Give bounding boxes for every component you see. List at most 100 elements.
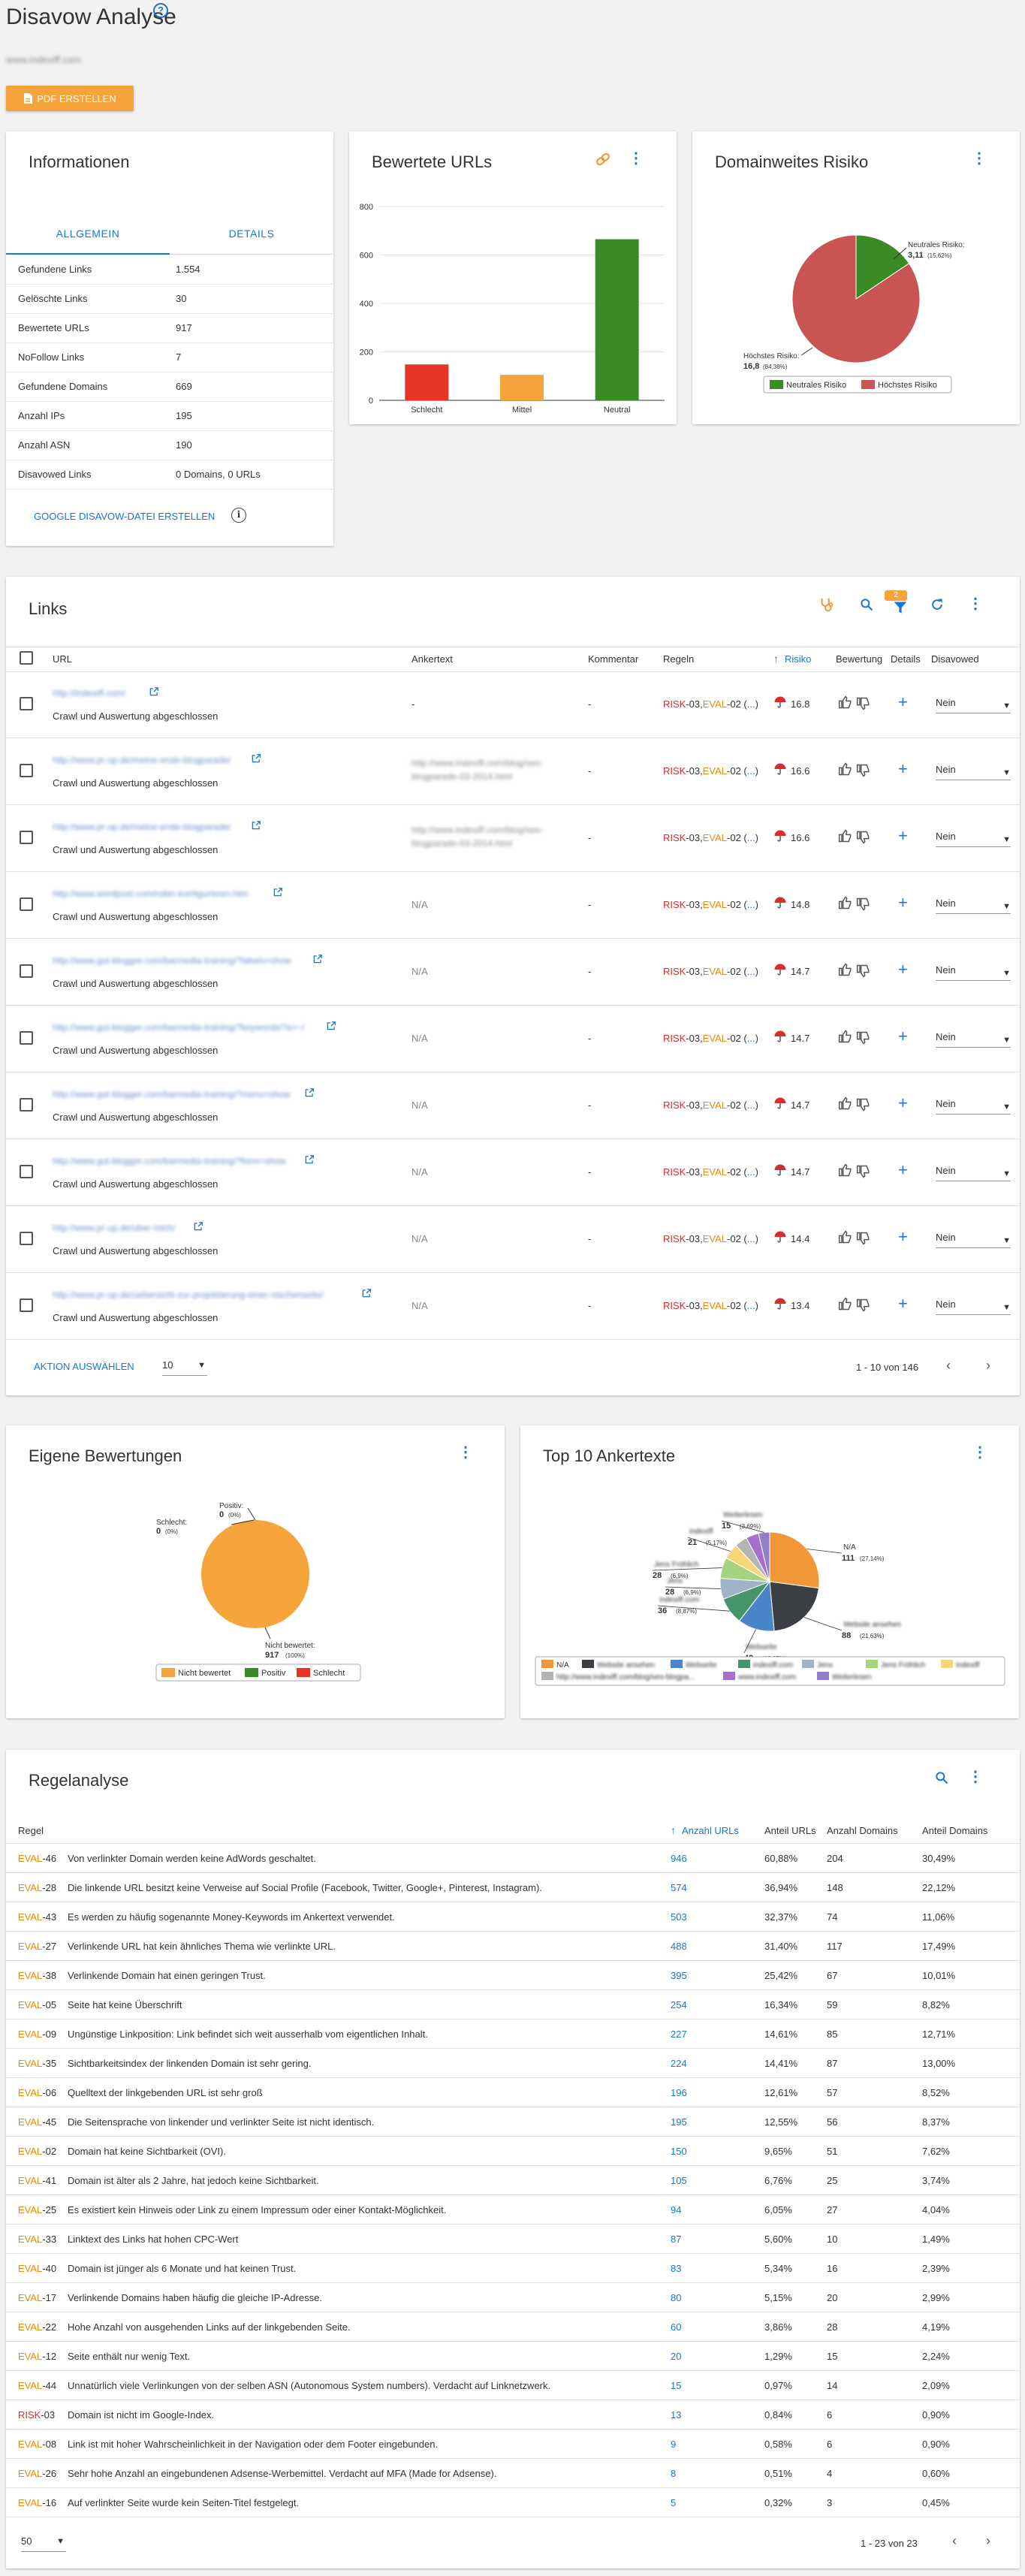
link-url[interactable]: http://www.gut-blogger.com/barmedia-trai…	[53, 1089, 291, 1099]
details-plus-icon[interactable]: +	[898, 1294, 908, 1314]
row-checkbox[interactable]	[20, 1098, 33, 1112]
disavow-select[interactable]: Nein ▼	[936, 831, 1011, 847]
tab-allgemein[interactable]: ALLGEMEIN	[6, 219, 170, 255]
url-count-link[interactable]: 946	[671, 1853, 687, 1864]
details-plus-icon[interactable]: +	[898, 826, 908, 846]
external-link-icon[interactable]	[193, 1221, 203, 1235]
col-ankertext[interactable]: Ankertext	[412, 653, 453, 665]
pie-slice[interactable]	[769, 1581, 820, 1632]
url-count-link[interactable]: 105	[671, 2175, 687, 2186]
url-count-link[interactable]: 5	[671, 2497, 676, 2508]
col-details[interactable]: Details	[891, 653, 921, 665]
bar[interactable]	[500, 375, 544, 400]
col-regeln[interactable]: Regeln	[663, 653, 694, 665]
link-url[interactable]: http://www.pr-up.de/uber-mich/	[53, 1223, 175, 1233]
col-anzahl-domains[interactable]: Anzahl Domains	[827, 1825, 898, 1836]
row-checkbox[interactable]	[20, 897, 33, 911]
external-link-icon[interactable]	[251, 820, 261, 834]
stethoscope-icon[interactable]	[817, 595, 837, 614]
col-disavowed[interactable]: Disavowed	[931, 653, 979, 665]
thumbs-up-icon[interactable]	[838, 1096, 853, 1115]
disavow-select[interactable]: Nein ▼	[936, 964, 1011, 981]
rule-more-link[interactable]: ...	[747, 1300, 755, 1311]
thumbs-up-icon[interactable]	[838, 895, 853, 914]
filter-icon[interactable]	[891, 598, 910, 617]
link-url[interactable]: http://www.pr-up.de/meine-erste-blogpara…	[53, 755, 231, 765]
details-plus-icon[interactable]: +	[898, 893, 908, 912]
thumbs-down-icon[interactable]	[856, 763, 871, 782]
details-plus-icon[interactable]: +	[898, 960, 908, 979]
row-checkbox[interactable]	[20, 1299, 33, 1312]
thumbs-up-icon[interactable]	[838, 695, 853, 713]
more-options-icon[interactable]: ⋮	[966, 1768, 984, 1786]
link-url[interactable]: http://indexiff.com/	[53, 688, 125, 698]
url-count-link[interactable]: 8	[671, 2468, 676, 2479]
disavow-select[interactable]: Nein ▼	[936, 897, 1011, 914]
link-url[interactable]: http://www.wordpost.com/roller-konfiguri…	[53, 888, 248, 899]
rule-more-link[interactable]: ...	[747, 966, 755, 977]
url-count-link[interactable]: 20	[671, 2351, 681, 2362]
details-plus-icon[interactable]: +	[898, 1093, 908, 1113]
row-checkbox[interactable]	[20, 697, 33, 710]
google-disavow-link[interactable]: GOOGLE DISAVOW-DATEI ERSTELLEN	[34, 511, 215, 522]
bar[interactable]	[405, 364, 449, 400]
disavow-select[interactable]: Nein ▼	[936, 1232, 1011, 1248]
disavow-select[interactable]: Nein ▼	[936, 697, 1011, 713]
tab-details[interactable]: DETAILS	[170, 219, 333, 255]
search-icon[interactable]	[932, 1768, 951, 1787]
thumbs-up-icon[interactable]	[838, 828, 853, 847]
prev-page-icon[interactable]: ‹	[952, 2533, 957, 2549]
rule-more-link[interactable]: ...	[747, 1033, 755, 1044]
regel-page-size-select[interactable]: 50 ▼	[21, 2535, 66, 2552]
url-count-link[interactable]: 196	[671, 2087, 687, 2098]
pie-slice[interactable]	[769, 1531, 820, 1589]
thumbs-down-icon[interactable]	[856, 1298, 871, 1317]
col-kommentar[interactable]: Kommentar	[588, 653, 638, 665]
more-options-icon[interactable]: ⋮	[971, 1443, 989, 1461]
rule-more-link[interactable]: ...	[747, 1233, 755, 1244]
external-link-icon[interactable]	[304, 1154, 315, 1169]
rule-more-link[interactable]: ...	[747, 698, 755, 710]
row-checkbox[interactable]	[20, 964, 33, 978]
rule-more-link[interactable]: ...	[747, 765, 755, 777]
url-count-link[interactable]: 574	[671, 1882, 687, 1893]
external-link-icon[interactable]	[361, 1288, 372, 1302]
thumbs-down-icon[interactable]	[856, 1097, 871, 1116]
help-icon[interactable]: ?	[153, 3, 168, 18]
col-anteil-domains[interactable]: Anteil Domains	[922, 1825, 987, 1836]
row-checkbox[interactable]	[20, 1031, 33, 1045]
external-link-icon[interactable]	[304, 1087, 315, 1102]
col-risiko[interactable]: Risiko	[785, 653, 811, 665]
page-size-select[interactable]: 10 ▼	[162, 1359, 207, 1376]
thumbs-up-icon[interactable]	[838, 1296, 853, 1315]
link-url[interactable]: http://www.pr-up.de/uebersicht-zur-proje…	[53, 1290, 324, 1300]
thumbs-down-icon[interactable]	[856, 1164, 871, 1183]
thumbs-down-icon[interactable]	[856, 897, 871, 915]
more-options-icon[interactable]: ⋮	[457, 1443, 475, 1461]
disavow-select[interactable]: Nein ▼	[936, 1031, 1011, 1048]
link-url[interactable]: http://www.gut-blogger.com/barmedia-trai…	[53, 1022, 305, 1033]
disavow-select[interactable]: Nein ▼	[936, 1165, 1011, 1181]
thumbs-up-icon[interactable]	[838, 962, 853, 981]
rule-more-link[interactable]: ...	[747, 1099, 755, 1111]
bar[interactable]	[595, 239, 639, 400]
url-count-link[interactable]: 80	[671, 2292, 681, 2303]
link-url[interactable]: http://www.gut-blogger.com/barmedia-trai…	[53, 955, 291, 966]
url-count-link[interactable]: 488	[671, 1941, 687, 1952]
rule-more-link[interactable]: ...	[747, 899, 755, 910]
row-checkbox[interactable]	[20, 1165, 33, 1178]
col-url[interactable]: URL	[53, 653, 72, 665]
thumbs-up-icon[interactable]	[838, 1163, 853, 1181]
url-count-link[interactable]: 13	[671, 2409, 681, 2421]
url-count-link[interactable]: 395	[671, 1970, 687, 1981]
thumbs-up-icon[interactable]	[838, 1029, 853, 1048]
rule-more-link[interactable]: ...	[747, 832, 755, 843]
details-plus-icon[interactable]: +	[898, 1227, 908, 1247]
disavow-select[interactable]: Nein ▼	[936, 1299, 1011, 1315]
url-count-link[interactable]: 87	[671, 2234, 681, 2245]
sort-up-icon[interactable]: ↑	[773, 653, 779, 665]
external-link-icon[interactable]	[251, 753, 261, 768]
next-page-icon[interactable]: ›	[986, 1358, 990, 1374]
thumbs-down-icon[interactable]	[856, 1231, 871, 1250]
thumbs-down-icon[interactable]	[856, 830, 871, 849]
